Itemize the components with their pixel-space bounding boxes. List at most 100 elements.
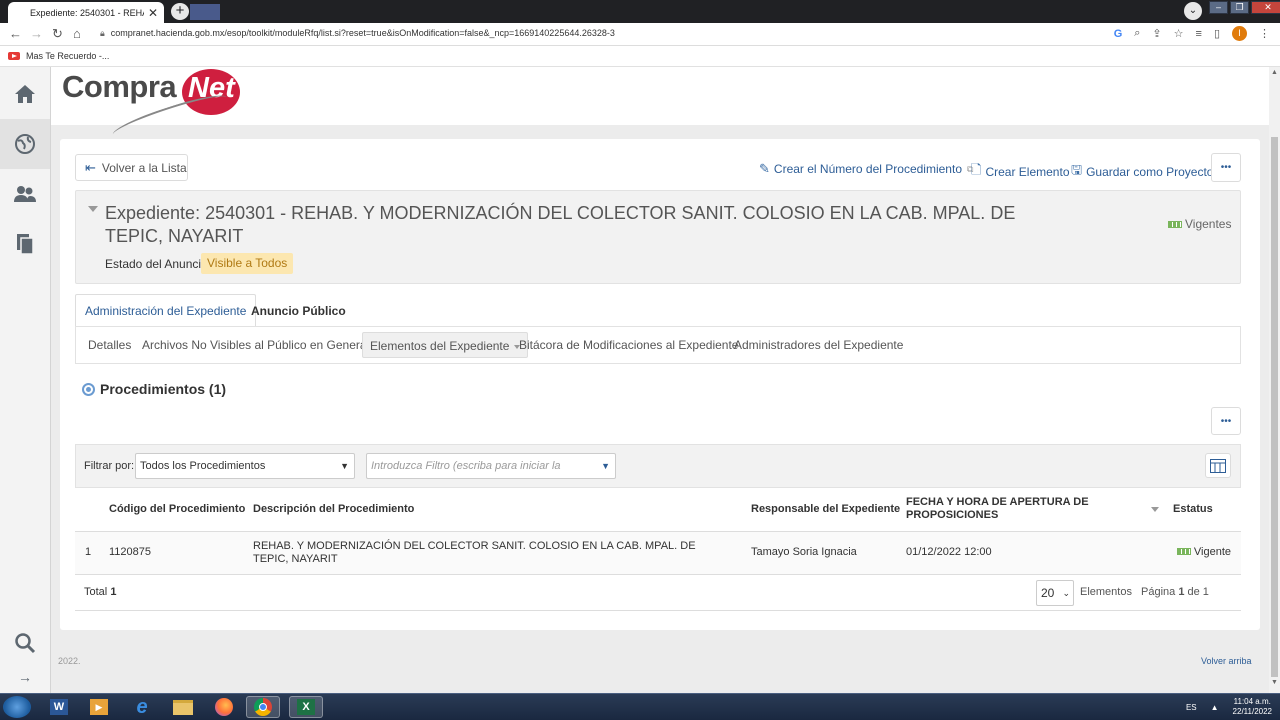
column-config-button[interactable] — [1205, 453, 1231, 478]
collapse-caret-icon[interactable] — [88, 206, 98, 212]
maximize-icon[interactable]: ❐ — [1230, 1, 1249, 14]
back-to-list-button[interactable]: ⇤ Volver a la Lista — [75, 154, 188, 181]
excel-icon: X — [297, 699, 315, 715]
subtab-archivos-label: Archivos No Visibles al Público en Gener… — [142, 338, 370, 352]
clock-date: 22/11/2022 — [1232, 707, 1272, 716]
taskbar-media[interactable]: ▶ — [82, 696, 116, 718]
taskbar-explorer[interactable] — [166, 696, 200, 718]
new-tab-button[interactable]: + — [171, 3, 189, 20]
globe-icon — [15, 134, 35, 154]
scroll-thumb[interactable] — [1271, 137, 1278, 677]
sidebar-expand[interactable]: → — [0, 657, 50, 697]
sidebar-item-globe[interactable] — [0, 119, 50, 169]
pagination-total: de 1 — [1187, 586, 1209, 598]
total-value: 1 — [110, 586, 117, 598]
scroll-down-icon[interactable]: ▼ — [1269, 679, 1280, 689]
taskbar-ie[interactable]: e — [125, 696, 159, 718]
bookmark-item[interactable]: Mas Te Recuerdo -... — [26, 51, 109, 61]
profile-avatar[interactable]: I — [1232, 26, 1247, 41]
sidebar-item-home[interactable] — [0, 69, 50, 119]
row-descripcion: REHAB. Y MODERNIZACIÓN DEL COLECTOR SANI… — [253, 531, 751, 575]
reading-list-icon[interactable]: ≡ — [1196, 28, 1202, 40]
table-footer: Total 1 20 ⌄ Elementos Página 1 de 1 — [75, 575, 1241, 611]
home-icon — [15, 85, 35, 103]
back-to-top-link[interactable]: Volver arriba — [1201, 656, 1252, 666]
grid-more-button[interactable]: ••• — [1211, 407, 1241, 435]
app-sidebar: → — [0, 67, 51, 693]
taskbar-chrome[interactable] — [246, 696, 280, 718]
chrome-icon — [254, 698, 272, 716]
tab-anuncio-publico[interactable]: Anuncio Público — [242, 294, 355, 327]
subtab-administradores[interactable]: Administradores del Expediente — [734, 338, 903, 352]
minimize-icon[interactable]: – — [1209, 1, 1228, 14]
back-arrow-icon[interactable]: ← — [9, 26, 22, 41]
table-row[interactable]: 1 1120875 REHAB. Y MODERNIZACIÓN DEL COL… — [75, 531, 1241, 575]
zoom-icon[interactable]: ⌕ — [1134, 27, 1140, 40]
elements-label: Elementos — [1080, 586, 1132, 598]
edit-icon: ✎ — [759, 161, 770, 176]
page-scrollbar[interactable]: ▲ ▼ — [1269, 67, 1280, 693]
subtab-detalles[interactable]: Detalles — [88, 338, 131, 352]
col-fecha[interactable]: FECHA Y HORA DE APERTURA DE PROPOSICIONE… — [906, 488, 1173, 532]
subtab-elementos[interactable]: Elementos del Expediente — [362, 332, 529, 358]
page-size-select[interactable]: 20 ⌄ — [1036, 580, 1074, 606]
create-element-link[interactable]: 🗋︎ Crear Elemento — [971, 161, 1070, 183]
compranet-logo[interactable]: Compra Net — [62, 69, 257, 144]
window-controls: – ❐ ✕ — [1209, 1, 1280, 14]
google-icon[interactable]: G — [1114, 28, 1123, 40]
close-icon[interactable]: ✕ — [148, 6, 158, 20]
scroll-up-icon[interactable]: ▲ — [1269, 69, 1280, 79]
star-icon[interactable]: ☆ — [1174, 27, 1184, 40]
language-indicator[interactable]: ES — [1186, 703, 1197, 712]
status-label: Vigentes — [1185, 217, 1232, 231]
chrome-center — [259, 703, 267, 711]
filter-select[interactable]: Todos los Procedimientos ▼ — [135, 453, 355, 479]
total-count: Total 1 — [84, 586, 116, 598]
side-panel-icon[interactable]: ▯ — [1214, 27, 1220, 40]
col-estatus[interactable]: Estatus — [1173, 488, 1241, 532]
taskbar-word[interactable]: W — [42, 696, 76, 718]
arrow-right-icon: → — [18, 669, 32, 685]
subtab-bitacora[interactable]: Bitácora de Modificaciones al Expediente — [519, 338, 738, 352]
address-bar: ← → ↻ ⌂ 🔒︎ compranet.hacienda.gob.mx/esop… — [0, 23, 1280, 46]
window-close-icon[interactable]: ✕ — [1251, 1, 1280, 14]
tray-expand-icon[interactable]: ▲ — [1211, 703, 1219, 712]
start-button[interactable] — [3, 696, 31, 718]
youtube-icon — [8, 52, 20, 60]
row-codigo[interactable]: 1120875 — [109, 531, 253, 575]
filter-input[interactable]: Introduzca Filtro (escriba para iniciar … — [366, 453, 616, 479]
new-document-icon: 🗋︎ — [971, 162, 982, 177]
forward-arrow-icon[interactable]: → — [30, 26, 43, 41]
menu-icon[interactable]: ⋮ — [1259, 27, 1270, 40]
subtab-archivos[interactable]: Archivos No Visibles al Público en Gener… — [142, 338, 379, 352]
clock[interactable]: 11:04 a.m. 22/11/2022 — [1233, 697, 1272, 717]
chevron-down-icon[interactable]: ⌄ — [1184, 2, 1202, 20]
url-text: compranet.hacienda.gob.mx/esop/toolkit/m… — [110, 28, 615, 38]
share-icon[interactable]: ⇪ — [1152, 27, 1161, 40]
col-fecha-label: FECHA Y HORA DE APERTURA DE PROPOSICIONE… — [906, 496, 1089, 522]
col-descripcion[interactable]: Descripción del Procedimiento — [253, 488, 751, 532]
back-to-list-label: Volver a la Lista — [101, 160, 187, 175]
row-estatus-label: Vigente — [1193, 546, 1231, 558]
sidebar-item-documents[interactable] — [0, 219, 50, 269]
sort-desc-icon[interactable] — [1151, 507, 1159, 512]
taskbar-excel[interactable]: X — [289, 696, 323, 718]
tab-administracion[interactable]: Administración del Expediente — [75, 294, 257, 327]
browser-tab[interactable]: Expediente: 2540301 - REHAB. Y ✕ — [8, 2, 164, 23]
browser-titlebar: Expediente: 2540301 - REHAB. Y ✕ + ⌄ – ❐… — [0, 0, 1280, 23]
sidebar-item-users[interactable] — [0, 169, 50, 219]
total-label: Total — [84, 586, 108, 598]
estado-badge: Visible a Todos — [201, 253, 294, 274]
save-project-link[interactable]: 🖫︎ Guardar como Proyecto — [1071, 161, 1213, 183]
taskbar-firefox[interactable] — [207, 696, 241, 718]
more-actions-button[interactable]: ••• — [1211, 153, 1241, 182]
home-icon[interactable]: ⌂ — [73, 26, 81, 41]
procedures-table: Código del Procedimiento Descripción del… — [75, 488, 1241, 575]
row-estatus: Vigente — [1173, 531, 1241, 575]
url-field[interactable]: 🔒︎ compranet.hacienda.gob.mx/esop/toolkit… — [100, 28, 615, 39]
system-tray: ES ▲ 11:04 a.m. 22/11/2022 — [1186, 697, 1272, 717]
create-number-link[interactable]: ✎ Crear el Número del Procedimiento ⧉ — [759, 161, 973, 177]
col-codigo[interactable]: Código del Procedimiento — [109, 488, 253, 532]
col-responsable[interactable]: Responsable del Expediente — [751, 488, 906, 532]
reload-icon[interactable]: ↻ — [52, 26, 63, 42]
